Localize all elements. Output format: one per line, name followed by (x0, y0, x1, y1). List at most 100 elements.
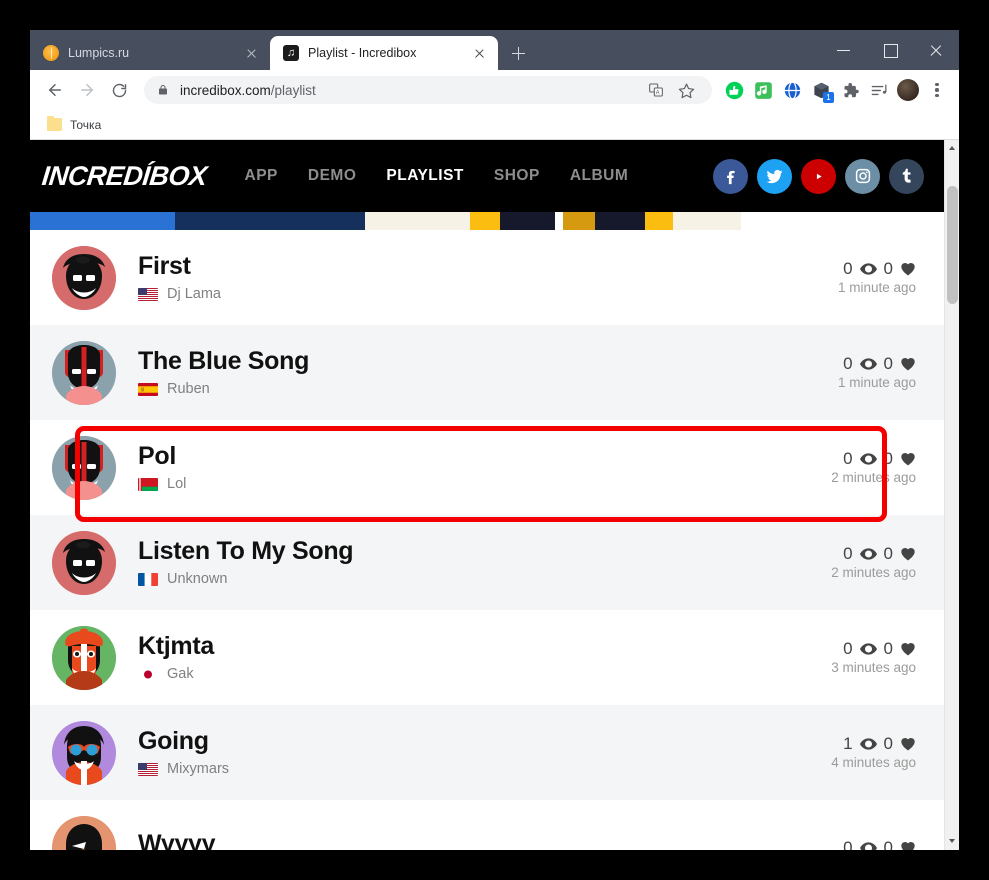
puzzle-extensions-icon[interactable] (836, 76, 864, 104)
music-downloader-icon[interactable] (749, 76, 777, 104)
scroll-thumb[interactable] (947, 186, 958, 304)
views-count: 1 (843, 733, 853, 753)
views-count: 0 (843, 258, 853, 278)
maximize-icon[interactable] (867, 30, 913, 70)
avatar (52, 625, 116, 690)
scroll-up-arrow-icon[interactable] (945, 140, 959, 157)
media-playlist-icon[interactable] (865, 76, 893, 104)
window-controls (821, 30, 959, 70)
row-main: Wyyyy (138, 829, 843, 850)
extension-icons: 1 (720, 76, 951, 104)
stat-line: 0 0 (831, 639, 916, 659)
banner-segment (470, 212, 500, 230)
forward-arrow-icon[interactable] (72, 75, 102, 105)
nav-item-shop[interactable]: SHOP (494, 167, 540, 185)
banner-segment (365, 212, 470, 230)
jp-flag (138, 667, 158, 681)
screenshot-root: Lumpics.ru ♫ Playlist - Incredibox incre… (0, 0, 989, 880)
url-text: incredibox.com/playlist (180, 83, 316, 98)
page-scrollbar[interactable] (944, 140, 959, 850)
folder-icon (47, 115, 62, 131)
song-meta: Dj Lama (138, 286, 838, 302)
bookmark-item-tochka[interactable]: Точка (41, 115, 107, 135)
new-tab-button[interactable] (504, 39, 532, 67)
tumblr-icon[interactable] (889, 158, 924, 194)
browser-tab-incredibox[interactable]: ♫ Playlist - Incredibox (270, 36, 498, 70)
banner-segment (673, 212, 741, 230)
views-count: 0 (843, 353, 853, 373)
minimize-icon[interactable] (821, 30, 867, 70)
author-name: Ruben (167, 381, 210, 398)
table-row[interactable]: The Blue Song Ruben 0 0 1 minute ago (30, 325, 944, 420)
banner-segment (741, 212, 944, 230)
eye-icon (859, 737, 877, 750)
timestamp: 2 minutes ago (831, 564, 916, 580)
table-row[interactable]: First Dj Lama 0 0 1 minute ago (30, 230, 944, 325)
nav-item-app[interactable]: APP (245, 167, 278, 185)
star-icon[interactable] (672, 76, 700, 104)
scroll-down-arrow-icon[interactable] (945, 833, 959, 850)
instagram-icon[interactable] (845, 158, 880, 194)
banner-segment (563, 212, 595, 230)
svg-text:A: A (656, 91, 660, 97)
adblock-thumb-icon[interactable] (720, 76, 748, 104)
table-row[interactable]: Ktjmta Gak 0 0 3 minutes ago (30, 610, 944, 705)
row-stats: 0 0 1 minute ago (838, 354, 916, 392)
nav-item-playlist[interactable]: PLAYLIST (386, 167, 464, 185)
avatar (52, 245, 116, 310)
orange-icon (43, 45, 59, 61)
row-main: The Blue Song Ruben (138, 347, 838, 398)
table-row[interactable]: Going Mixymars 1 0 4 minutes ago (30, 705, 944, 800)
song-title: First (138, 251, 191, 280)
globe-vpn-icon[interactable] (778, 76, 806, 104)
reload-icon[interactable] (104, 75, 134, 105)
views-count: 0 (843, 638, 853, 658)
close-icon[interactable] (913, 30, 959, 70)
timestamp: 2 minutes ago (831, 469, 916, 485)
lock-icon (157, 83, 169, 97)
table-row[interactable]: Listen To My Song Unknown 0 0 2 minutes … (30, 515, 944, 610)
stat-line: 1 0 (831, 734, 916, 754)
site-logo[interactable]: INCREDÍBOX (40, 161, 208, 192)
song-title: Wyyyy (138, 829, 216, 850)
tab-close-icon[interactable] (243, 45, 260, 62)
extension-badge-count: 1 (823, 92, 834, 103)
facebook-icon[interactable] (713, 158, 748, 194)
box-extension-icon[interactable]: 1 (807, 76, 835, 104)
banner-segment (555, 212, 563, 230)
twitter-icon[interactable] (757, 158, 792, 194)
stat-line: 0 0 (838, 354, 916, 374)
back-arrow-icon[interactable] (40, 75, 70, 105)
address-bar[interactable]: incredibox.com/playlist A (144, 76, 712, 104)
youtube-icon[interactable] (801, 158, 836, 194)
site-navigation: APP DEMO PLAYLIST SHOP ALBUM (245, 167, 629, 185)
nav-item-demo[interactable]: DEMO (308, 167, 357, 185)
author-name: Lol (167, 476, 187, 493)
heart-icon (900, 547, 916, 561)
eye-icon (859, 452, 877, 465)
browser-tab-lumpics[interactable]: Lumpics.ru (30, 36, 270, 70)
eye-icon (859, 357, 877, 370)
avatar (52, 340, 116, 405)
banner-segment (645, 212, 673, 230)
avatar[interactable] (894, 76, 922, 104)
views-count: 0 (843, 448, 853, 468)
likes-count: 0 (883, 448, 893, 468)
avatar (52, 435, 116, 500)
music-note-icon: ♫ (283, 45, 299, 61)
banner-segment (500, 212, 555, 230)
url-path: /playlist (270, 82, 316, 98)
bookmark-label: Точка (70, 117, 102, 132)
table-row-highlighted[interactable]: Pol Lol 0 0 2 minutes ago (30, 420, 944, 515)
social-links (713, 158, 924, 194)
nav-item-album[interactable]: ALBUM (570, 167, 628, 185)
row-stats: 1 0 4 minutes ago (831, 734, 916, 772)
tab-close-icon[interactable] (471, 45, 488, 62)
translate-icon[interactable]: A (642, 76, 670, 104)
row-stats: 0 0 (843, 838, 916, 850)
banner-strip (30, 212, 944, 230)
table-row[interactable]: Wyyyy 0 0 (30, 800, 944, 850)
kebab-menu-icon[interactable] (923, 76, 951, 104)
row-stats: 0 0 2 minutes ago (831, 544, 916, 582)
stat-line: 0 0 (843, 838, 916, 850)
